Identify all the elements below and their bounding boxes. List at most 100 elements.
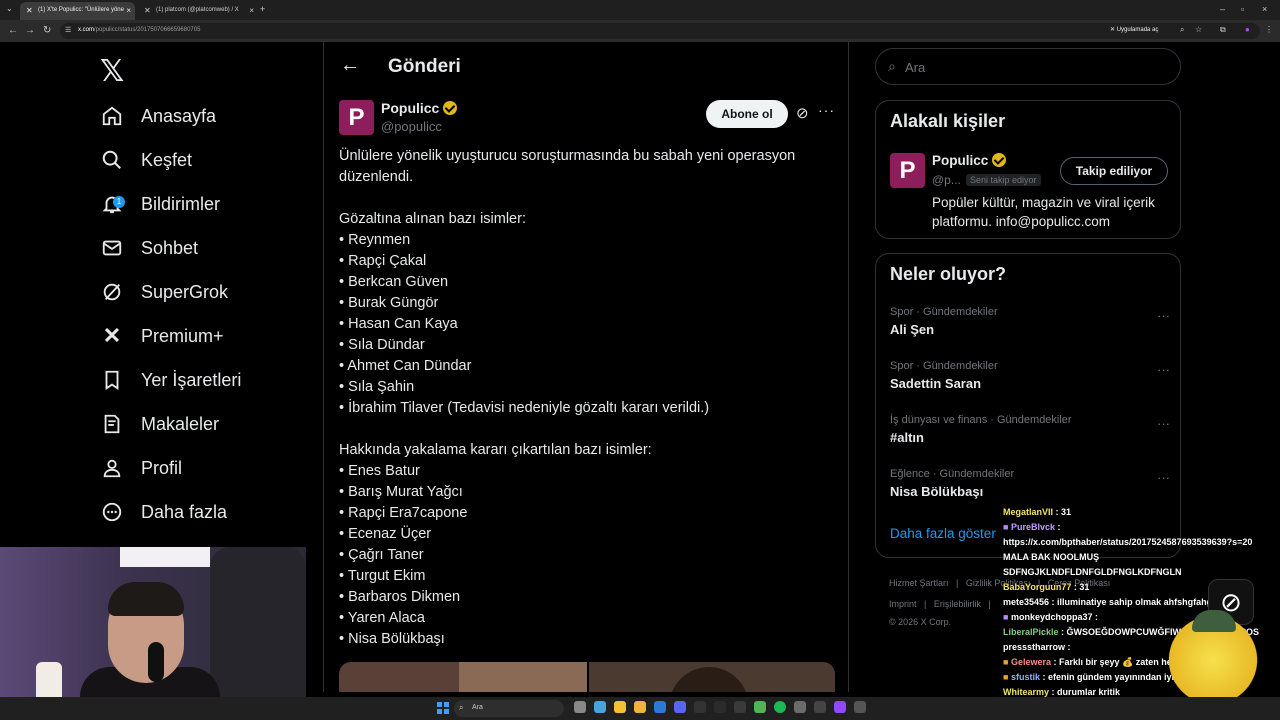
site-info-icon[interactable]: ☰ xyxy=(65,26,71,34)
subscribe-button[interactable]: Abone ol xyxy=(706,100,788,128)
related-bio: Popüler kültür, magazin ve viral içerik … xyxy=(932,195,1155,229)
discord-icon[interactable] xyxy=(674,701,686,713)
imprint-link[interactable]: Imprint xyxy=(889,599,917,609)
sidebar-item-chat[interactable]: Sohbet xyxy=(100,228,198,268)
related-name-text: Populicc xyxy=(932,153,989,168)
new-tab-button[interactable]: + xyxy=(260,4,265,14)
open-in-app-label: Uygulamada aç xyxy=(1116,27,1159,33)
x-logo[interactable]: 𝕏 xyxy=(100,54,124,89)
sidebar-item-label: Profil xyxy=(141,457,183,478)
sidebar-item-supergrok[interactable]: SuperGrok xyxy=(100,272,228,312)
trend-category: Eğlence · Gündemdekiler xyxy=(890,468,1015,480)
more-options-icon[interactable]: ··· xyxy=(818,102,835,118)
trend-item[interactable]: Eğlence · Gündemdekiler Nisa Bölükbaşı ·… xyxy=(890,468,1170,499)
webcam-chair xyxy=(210,547,306,697)
related-name[interactable]: Populicc xyxy=(932,153,1007,168)
back-arrow-icon[interactable]: ← xyxy=(340,54,360,77)
minimize-button[interactable]: – xyxy=(1220,4,1225,14)
edge-icon[interactable] xyxy=(654,701,666,713)
forward-icon[interactable]: → xyxy=(25,25,35,36)
search-input[interactable]: ⌕ Ara xyxy=(875,48,1181,85)
app-icon[interactable] xyxy=(754,701,766,713)
tab-close-icon[interactable]: × xyxy=(249,6,254,15)
trend-more-icon[interactable]: ··· xyxy=(1157,308,1170,323)
terms-link[interactable]: Hizmet Şartları xyxy=(889,578,949,588)
mail-icon xyxy=(100,236,124,260)
sidebar-item-label: Daha fazla xyxy=(141,501,228,522)
spotify-icon[interactable] xyxy=(774,701,786,713)
file-explorer-icon[interactable] xyxy=(634,701,646,713)
sidebar-item-profile[interactable]: Profil xyxy=(100,448,182,488)
related-avatar[interactable]: P xyxy=(890,153,925,188)
chat-message: MegatlanVII : 31 xyxy=(1003,507,1072,517)
tab-close-icon[interactable]: × xyxy=(126,6,131,15)
home-icon xyxy=(100,104,124,128)
back-icon[interactable]: ← xyxy=(8,25,18,36)
sidebar-item-notifications[interactable]: 1 Bildirimler xyxy=(100,184,220,224)
sidebar-item-bookmarks[interactable]: Yer İşaretleri xyxy=(100,360,241,400)
extensions-icon[interactable]: ⧉ xyxy=(1220,25,1226,35)
media-image-highlight xyxy=(459,662,587,692)
app-icon[interactable] xyxy=(794,701,806,713)
article-icon xyxy=(100,412,124,436)
author-avatar[interactable]: P xyxy=(339,100,374,135)
open-in-app-button[interactable]: ✕ Uygulamada aç xyxy=(1110,26,1158,33)
address-bar[interactable]: ☰ x.com/populicc/status/2017507066659680… xyxy=(60,23,1273,39)
browser-menu-icon[interactable]: ⋮ xyxy=(1265,25,1273,34)
widgets-icon[interactable] xyxy=(594,701,606,713)
chat-text: 31 xyxy=(1061,507,1072,517)
app-icon[interactable] xyxy=(734,701,746,713)
twitch-icon[interactable] xyxy=(834,701,846,713)
chat-user: LiberalPickle xyxy=(1003,627,1059,637)
follows-you-tag: Seni takip ediyor xyxy=(966,174,1041,186)
app-icon[interactable] xyxy=(694,701,706,713)
accessibility-link[interactable]: Erişilebilirlik xyxy=(934,599,981,609)
taskbar-search[interactable]: ⌕ Ara xyxy=(454,700,564,717)
trend-more-icon[interactable]: ··· xyxy=(1157,470,1170,485)
post-media[interactable] xyxy=(339,662,835,692)
sidebar-item-more[interactable]: Daha fazla xyxy=(100,492,227,532)
profile-icon[interactable]: ● xyxy=(1245,25,1250,34)
trend-more-icon[interactable]: ··· xyxy=(1157,416,1170,431)
app-icon[interactable] xyxy=(714,701,726,713)
zoom-icon[interactable]: ⌕ xyxy=(1180,25,1184,35)
sidebar-item-label: Keşfet xyxy=(141,149,193,170)
grok-icon[interactable]: ⊘ xyxy=(796,104,809,122)
trend-topic: Nisa Bölükbaşı xyxy=(890,484,984,499)
maximize-button[interactable]: ▫ xyxy=(1241,4,1244,14)
trend-item[interactable]: Spor · Gündemdekiler Sadettin Saran ··· xyxy=(890,360,1170,391)
bookmark-star-icon[interactable]: ☆ xyxy=(1195,25,1202,34)
app-icon[interactable] xyxy=(854,701,866,713)
address-bar-row: ← → ↻ ☰ x.com/populicc/status/2017507066… xyxy=(0,20,1280,42)
tab-platcom[interactable]: ✕ (1) platcom (@platcomweb) / X × xyxy=(138,2,258,20)
author-name[interactable]: Populicc xyxy=(381,100,458,116)
x-favicon-icon: ✕ xyxy=(26,6,33,15)
app-icon[interactable] xyxy=(814,701,826,713)
webcam-overlay xyxy=(0,547,306,697)
sidebar-item-home[interactable]: Anasayfa xyxy=(100,96,216,136)
close-window-button[interactable]: × xyxy=(1262,4,1267,14)
following-button[interactable]: Takip ediliyor xyxy=(1060,157,1168,185)
trend-item[interactable]: Spor · Gündemdekiler Ali Şen ··· xyxy=(890,306,1170,337)
tab-populicc[interactable]: ✕ (1) X'te Populicc: "Ünlülere yöne × xyxy=(20,2,135,20)
trend-category: İş dünyası ve finans · Gündemdekiler xyxy=(890,414,1072,426)
author-handle[interactable]: @populicc xyxy=(381,119,442,134)
reload-icon[interactable]: ↻ xyxy=(43,25,51,36)
search-icon: ⌕ xyxy=(888,58,896,74)
tab-menu-icon[interactable]: ⌄ xyxy=(6,4,13,13)
related-handle[interactable]: @p... xyxy=(932,173,961,187)
footer-separator: | xyxy=(956,578,959,588)
trend-item[interactable]: İş dünyası ve finans · Gündemdekiler #al… xyxy=(890,414,1170,445)
trend-more-icon[interactable]: ··· xyxy=(1157,362,1170,377)
chat-text: illuminatiye sahip olmak ahfshgfahgfds xyxy=(1057,597,1226,607)
show-more-link[interactable]: Daha fazla göster xyxy=(890,526,996,541)
sidebar-item-explore[interactable]: Keşfet xyxy=(100,140,192,180)
task-view-icon[interactable] xyxy=(574,701,586,713)
chat-user: monkeydchoppa37 xyxy=(1010,612,1093,622)
sidebar-item-articles[interactable]: Makaleler xyxy=(100,404,219,444)
chat-badge-icon: ■ xyxy=(1003,612,1009,622)
chrome-icon[interactable] xyxy=(614,701,626,713)
tab-strip: ⌄ ✕ (1) X'te Populicc: "Ünlülere yöne × … xyxy=(0,0,1280,20)
windows-start-icon[interactable] xyxy=(437,702,449,714)
sidebar-item-premium[interactable]: ✕ Premium+ xyxy=(100,316,224,356)
